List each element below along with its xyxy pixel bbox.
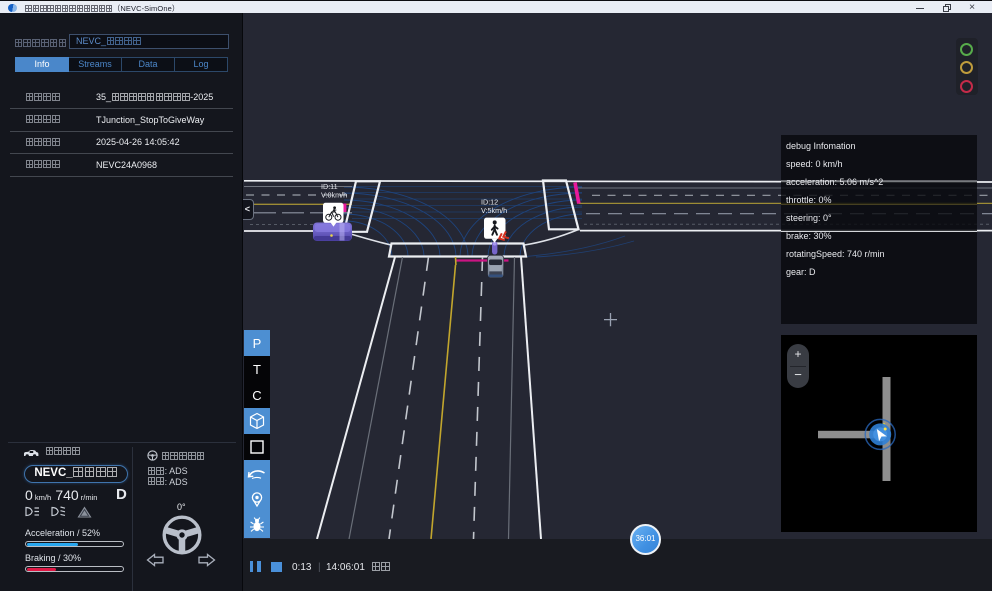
svg-text:V:5km/h: V:5km/h (481, 206, 507, 215)
svg-text:V:0km/h: V:0km/h (321, 191, 347, 200)
